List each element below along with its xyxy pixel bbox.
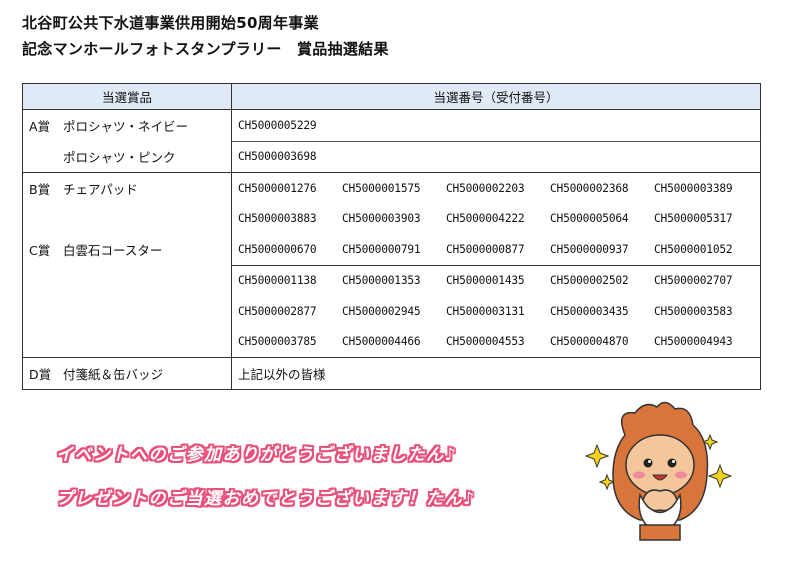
page-title-line-1: 北谷町公共下水道事業供用開始50周年事業: [22, 14, 319, 32]
winning-number: CH5000001052: [654, 242, 733, 256]
table-header-row: 当選賞品 当選番号（受付番号）: [22, 83, 761, 110]
prize-cell-c: C賞 白雲石コースター: [22, 234, 232, 265]
thanks-message: イベントへのご参加ありがとうございましたん♪: [56, 445, 457, 465]
grade-label-a: A賞: [29, 119, 51, 134]
winning-number: CH5000003435: [550, 304, 629, 318]
winning-number: CH5000001353: [342, 274, 421, 288]
winning-number: CH5000002502: [550, 274, 629, 288]
table-row: CH5000001138 CH5000001353 CH5000001435 C…: [22, 264, 761, 296]
table-row: C賞 白雲石コースター CH5000000670 CH5000000791 CH5…: [22, 234, 761, 265]
prize-name-d: 付箋紙＆缶バッジ: [63, 366, 164, 382]
table-row: B賞 チェアパッド CH5000001276 CH5000001575 CH500…: [22, 172, 761, 204]
page-title-line-2: 記念マンホールフォトスタンプラリー 賞品抽選結果: [22, 40, 389, 58]
prize-cell-d: D賞 付箋紙＆缶バッジ: [22, 357, 232, 389]
winning-number: CH5000002945: [342, 304, 421, 318]
winning-number: CH5000005229: [238, 118, 317, 132]
winning-number: CH5000002203: [446, 181, 525, 195]
table-row: CH5000002877 CH5000002945 CH5000003131 C…: [22, 296, 761, 327]
header-numbers: 当選番号（受付番号）: [231, 83, 761, 110]
table-row: CH5000003883 CH5000003903 CH5000004222 C…: [22, 203, 761, 235]
number-row-c3: CH5000003785 CH5000004466 CH5000004553 C…: [232, 327, 761, 358]
number-cell-a1: CH5000005229: [232, 110, 761, 142]
winning-number: CH5000004870: [550, 335, 629, 349]
table-row: A賞 ポロシャツ・ネイビー CH5000005229: [22, 109, 761, 142]
winning-number: CH5000003583: [654, 304, 733, 318]
number-row-b1: CH5000001276 CH5000001575 CH5000002203 C…: [231, 172, 761, 204]
results-table: 当選賞品 当選番号（受付番号） A賞 ポロシャツ・ネイビー CH500000522…: [22, 83, 761, 390]
prize-cell-a2: ポロシャツ・ピンク: [22, 141, 232, 173]
winning-number: CH5000001276: [238, 181, 317, 195]
winning-number: CH5000000670: [238, 242, 317, 256]
number-row-c2: CH5000002877 CH5000002945 CH5000003131 C…: [232, 296, 761, 327]
winning-number: CH5000005317: [654, 212, 733, 226]
all-others-text: 上記以外の皆様: [238, 366, 326, 382]
winning-number: CH5000002368: [550, 181, 629, 195]
winning-number: CH5000003389: [654, 181, 733, 195]
table-row: D賞 付箋紙＆缶バッジ 上記以外の皆様: [22, 357, 761, 389]
winning-number: CH5000005064: [550, 212, 629, 226]
prize-name-a2: ポロシャツ・ピンク: [63, 150, 176, 165]
congrats-message: プレゼントのご当選おめでとうございます！たん♪: [56, 489, 476, 509]
table-row: CH5000003785 CH5000004466 CH5000004553 C…: [22, 326, 761, 358]
winning-number: CH5000003903: [342, 212, 421, 226]
winning-number: CH5000001138: [238, 274, 317, 288]
number-row-c1: CH5000001138 CH5000001353 CH5000001435 C…: [231, 264, 761, 296]
winning-number: CH5000004466: [342, 335, 421, 349]
header-prize: 当選賞品: [22, 83, 232, 110]
number-cell-a2: CH5000003698: [231, 140, 761, 173]
winning-number: CH5000004222: [446, 212, 525, 226]
number-cell-d: 上記以外の皆様: [231, 357, 761, 389]
prize-name-a1: ポロシャツ・ネイビー: [63, 119, 189, 134]
winning-number: CH5000004943: [654, 335, 733, 349]
winning-number: CH5000000877: [446, 242, 525, 256]
grade-label-b: B賞: [29, 181, 51, 197]
winning-number: CH5000001575: [342, 181, 421, 195]
winning-number: CH5000002707: [654, 274, 733, 288]
winning-number: CH5000000791: [342, 242, 421, 256]
prize-cell-b: B賞 チェアパッド: [22, 172, 232, 204]
winning-number: CH5000002877: [238, 304, 317, 318]
prize-name-c: 白雲石コースター: [63, 243, 163, 258]
prize-name-b: チェアパッド: [63, 181, 138, 197]
table-row: ポロシャツ・ピンク CH5000003698: [22, 140, 761, 173]
winning-number: CH5000004553: [446, 335, 525, 349]
winning-number: CH5000003131: [446, 304, 525, 318]
mascot-illustration: [585, 401, 733, 541]
grade-label-d: D賞: [29, 366, 52, 382]
winning-number: CH5000001435: [446, 274, 525, 288]
number-row-b2: CH5000003883 CH5000003903 CH5000004222 C…: [232, 204, 761, 235]
winning-number: CH5000000937: [550, 242, 629, 256]
winning-number: CH5000003698: [238, 150, 317, 164]
grade-label-c: C賞: [29, 243, 51, 258]
prize-cell-a1: A賞 ポロシャツ・ネイビー: [22, 109, 232, 141]
number-row-b3: CH5000000670 CH5000000791 CH5000000877 C…: [232, 234, 761, 265]
winning-number: CH5000003883: [238, 212, 317, 226]
winning-number: CH5000003785: [238, 335, 317, 349]
